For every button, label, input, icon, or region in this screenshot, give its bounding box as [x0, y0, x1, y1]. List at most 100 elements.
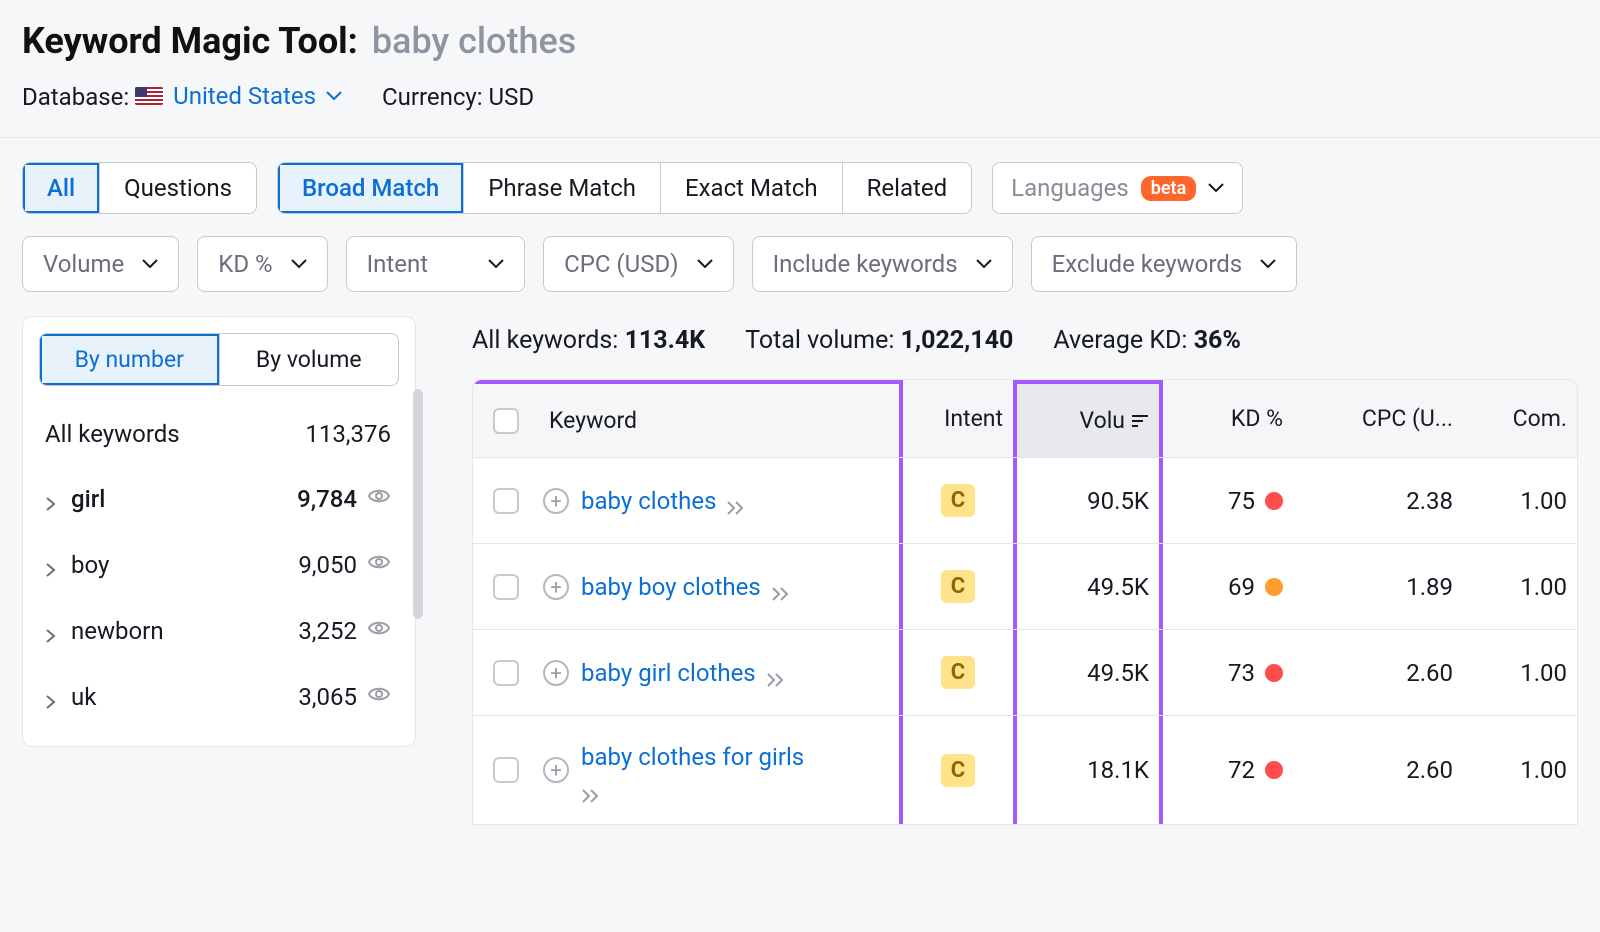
add-keyword-button[interactable]: +: [543, 757, 569, 783]
cell-cpc: 2.60: [1293, 716, 1463, 824]
filter-intent-label: Intent: [367, 250, 428, 278]
sidebar-group-name: uk: [71, 683, 96, 711]
sidebar-group-count: 3,252: [298, 617, 357, 645]
kd-difficulty-dot: [1265, 761, 1283, 779]
row-checkbox[interactable]: [493, 488, 519, 514]
chevron-down-icon: [1260, 259, 1276, 269]
cell-com: 1.00: [1463, 630, 1577, 715]
tab-all[interactable]: All: [23, 163, 99, 213]
col-header-volume-label: Volu: [1079, 407, 1125, 434]
eye-icon[interactable]: [367, 616, 391, 646]
double-chevron-right-icon: [771, 579, 791, 595]
table-row: + baby boy clothes C 49.5K 69 1.89 1.00: [473, 544, 1577, 630]
cell-volume: 49.5K: [1013, 544, 1163, 629]
chevron-down-icon: [326, 91, 342, 101]
keyword-groups-sidebar: By number By volume All keywords 113,376…: [22, 316, 416, 747]
tab-related[interactable]: Related: [842, 163, 972, 213]
page-title: Keyword Magic Tool:: [22, 20, 358, 62]
filter-volume[interactable]: Volume: [22, 236, 179, 292]
cell-com: 1.00: [1463, 544, 1577, 629]
sidebar-group-name: newborn: [71, 617, 164, 645]
add-keyword-button[interactable]: +: [543, 660, 569, 686]
col-header-kd[interactable]: KD %: [1163, 380, 1293, 457]
sidebar-group-row[interactable]: boy 9,050: [39, 532, 399, 598]
keyword-text: baby boy clothes: [581, 573, 761, 601]
tab-exact-match[interactable]: Exact Match: [660, 163, 842, 213]
cell-cpc: 2.38: [1293, 458, 1463, 543]
row-checkbox[interactable]: [493, 574, 519, 600]
cell-kd-value: 69: [1228, 573, 1255, 601]
filter-include-keywords[interactable]: Include keywords: [752, 236, 1013, 292]
filter-exclude-keywords[interactable]: Exclude keywords: [1031, 236, 1298, 292]
chevron-right-icon: [45, 621, 59, 641]
flag-icon: [135, 87, 163, 105]
intent-badge: C: [941, 754, 975, 787]
sidebar-group-row[interactable]: girl 9,784: [39, 466, 399, 532]
database-selector[interactable]: United States: [135, 82, 342, 110]
chevron-right-icon: [45, 489, 59, 509]
add-keyword-button[interactable]: +: [543, 488, 569, 514]
sort-by-volume[interactable]: By volume: [219, 334, 399, 385]
sidebar-group-row[interactable]: newborn 3,252: [39, 598, 399, 664]
kd-difficulty-dot: [1265, 664, 1283, 682]
languages-dropdown[interactable]: Languages beta: [992, 162, 1243, 214]
summary-total-volume-label: Total volume:: [745, 326, 894, 355]
col-header-volume[interactable]: Volu: [1013, 380, 1163, 457]
table-row: + baby clothes C 90.5K 75 2.38 1.00: [473, 458, 1577, 544]
kd-difficulty-dot: [1265, 492, 1283, 510]
summary-all-keywords-label: All keywords:: [472, 326, 618, 355]
col-header-intent[interactable]: Intent: [903, 380, 1013, 457]
cell-cpc: 2.60: [1293, 630, 1463, 715]
col-header-cpc[interactable]: CPC (U...: [1293, 380, 1463, 457]
keyword-text: baby clothes: [581, 487, 716, 515]
cell-volume: 49.5K: [1013, 630, 1163, 715]
keyword-link[interactable]: baby clothes for girls: [581, 743, 831, 797]
sidebar-all-keywords-row[interactable]: All keywords 113,376: [39, 402, 399, 466]
keyword-link[interactable]: baby girl clothes: [581, 659, 786, 687]
cell-volume: 18.1K: [1013, 716, 1163, 824]
table-row: + baby girl clothes C 49.5K 73 2.60 1.00: [473, 630, 1577, 716]
row-checkbox[interactable]: [493, 757, 519, 783]
filter-kd[interactable]: KD %: [197, 236, 327, 292]
chevron-down-icon: [1208, 183, 1224, 193]
tab-group-match: Broad Match Phrase Match Exact Match Rel…: [277, 162, 972, 214]
filter-cpc[interactable]: CPC (USD): [543, 236, 733, 292]
tab-broad-match[interactable]: Broad Match: [278, 163, 463, 213]
row-checkbox[interactable]: [493, 660, 519, 686]
sort-by-number[interactable]: By number: [40, 334, 219, 385]
col-header-com[interactable]: Com.: [1463, 380, 1577, 457]
col-header-keyword[interactable]: Keyword: [549, 407, 637, 434]
sidebar-group-count: 9,784: [297, 485, 357, 513]
chevron-down-icon: [488, 259, 504, 269]
keyword-text: baby clothes for girls: [581, 743, 804, 771]
filter-cpc-label: CPC (USD): [564, 250, 678, 278]
summary-avg-kd-value: 36%: [1194, 326, 1241, 355]
tab-phrase-match[interactable]: Phrase Match: [463, 163, 660, 213]
intent-badge: C: [941, 656, 975, 689]
currency-label: Currency:: [382, 83, 483, 111]
filter-exclude-label: Exclude keywords: [1052, 250, 1243, 278]
keyword-link[interactable]: baby clothes: [581, 487, 746, 515]
scrollbar-thumb[interactable]: [413, 389, 423, 619]
double-chevron-right-icon: [766, 665, 786, 681]
tab-questions[interactable]: Questions: [99, 163, 256, 213]
chevron-down-icon: [697, 259, 713, 269]
filter-intent[interactable]: Intent: [346, 236, 525, 292]
eye-icon[interactable]: [367, 682, 391, 712]
sidebar-group-name: boy: [71, 551, 109, 579]
eye-icon[interactable]: [367, 484, 391, 514]
eye-icon[interactable]: [367, 550, 391, 580]
keyword-link[interactable]: baby boy clothes: [581, 573, 791, 601]
double-chevron-right-icon: [726, 493, 746, 509]
sidebar-group-count: 3,065: [298, 683, 357, 711]
cell-com: 1.00: [1463, 458, 1577, 543]
table-row: + baby clothes for girls C 18.1K 72 2.60…: [473, 716, 1577, 824]
cell-kd-value: 75: [1228, 487, 1255, 515]
sort-desc-icon: [1131, 407, 1149, 434]
summary-total-volume-value: 1,022,140: [901, 326, 1014, 355]
cell-com: 1.00: [1463, 716, 1577, 824]
sidebar-group-row[interactable]: uk 3,065: [39, 664, 399, 730]
add-keyword-button[interactable]: +: [543, 574, 569, 600]
select-all-checkbox[interactable]: [493, 408, 519, 434]
filter-volume-label: Volume: [43, 250, 124, 278]
